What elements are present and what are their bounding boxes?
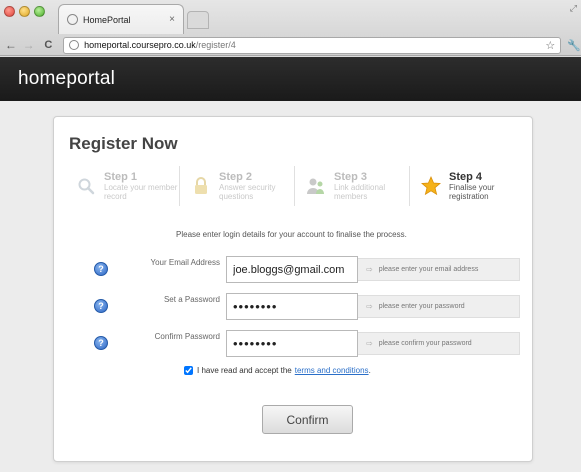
tab-close-icon[interactable]: × <box>169 14 175 25</box>
email-hint-text: please enter your email address <box>378 266 479 273</box>
navigation-bar: ← → C homeportal.coursepro.co.uk /regist… <box>0 34 581 56</box>
window-controls <box>4 6 45 17</box>
step-indicator: Step 1 Locate your member record Step 2 … <box>64 164 524 208</box>
terms-suffix: . <box>368 366 371 375</box>
star-icon <box>421 176 441 196</box>
site-logo[interactable]: homeportal <box>18 68 115 90</box>
step-description: Link additional members <box>334 182 386 201</box>
forward-arrow-icon[interactable]: → <box>22 38 36 52</box>
arrow-right-icon: ⇨ <box>366 265 373 274</box>
site-header: homeportal <box>0 57 581 101</box>
users-icon <box>306 176 326 196</box>
step-3: Step 3 Link additional members <box>294 164 409 208</box>
lock-icon <box>191 176 211 196</box>
step-title: Step 1 <box>104 170 138 183</box>
page-title: Register Now <box>69 134 178 153</box>
url-path: /register/4 <box>195 40 236 50</box>
step-description: Answer security questions <box>219 182 276 201</box>
step-4: Step 4 Finalise your registration <box>409 164 524 208</box>
minimize-window-button[interactable] <box>19 6 30 17</box>
password-hint-text: please enter your password <box>378 303 465 310</box>
step-1: Step 1 Locate your member record <box>64 164 179 208</box>
tab-title: HomePortal <box>83 14 131 25</box>
arrow-right-icon: ⇨ <box>366 302 373 311</box>
confirm-password-row: ? Confirm Password ⇨ please confirm your… <box>94 330 520 357</box>
search-icon <box>76 176 96 196</box>
password-label: Set a Password <box>163 295 220 304</box>
password-field[interactable] <box>226 293 358 320</box>
step-title: Step 4 <box>449 170 483 183</box>
terms-checkbox[interactable] <box>184 366 193 375</box>
browser-tab[interactable]: HomePortal × <box>58 4 184 34</box>
email-label: Your Email Address <box>150 258 220 267</box>
step-title: Step 3 <box>334 170 368 183</box>
step-2: Step 2 Answer security questions <box>179 164 294 208</box>
intro-text: Please enter login details for your acco… <box>176 230 407 239</box>
email-field[interactable] <box>226 256 358 283</box>
confirm-password-hint: ⇨ please confirm your password <box>358 332 520 355</box>
register-card: Register Now Step 1 Locate your member r… <box>53 116 533 462</box>
confirm-password-field[interactable] <box>226 330 358 357</box>
bookmark-star-icon[interactable]: ☆ <box>545 39 555 52</box>
resize-icon: ⤢ <box>569 3 577 13</box>
zoom-window-button[interactable] <box>34 6 45 17</box>
new-tab-button[interactable] <box>187 11 209 29</box>
terms-row: I have read and accept the terms and con… <box>184 366 371 375</box>
arrow-right-icon: ⇨ <box>366 339 373 348</box>
confirm-password-hint-text: please confirm your password <box>378 340 472 347</box>
wrench-icon[interactable]: 🔧 <box>567 39 581 52</box>
help-icon[interactable]: ? <box>94 262 108 276</box>
confirm-password-label: Confirm Password <box>154 332 220 341</box>
address-bar[interactable]: homeportal.coursepro.co.uk /register/4 ☆ <box>63 36 562 54</box>
browser-chrome: HomePortal × ⤢ ← → C homeportal.coursepr… <box>0 0 581 56</box>
step-title: Step 2 <box>219 170 253 183</box>
close-window-button[interactable] <box>4 6 15 17</box>
password-hint: ⇨ please enter your password <box>358 295 520 318</box>
step-description: Finalise your registration <box>449 182 495 201</box>
help-icon[interactable]: ? <box>94 299 108 313</box>
globe-icon <box>69 40 80 50</box>
password-row: ? Set a Password ⇨ please enter your pas… <box>94 293 520 320</box>
email-row: ? Your Email Address ⇨ please enter your… <box>94 256 520 283</box>
terms-text: I have read and accept the <box>197 366 292 375</box>
terms-link[interactable]: terms and conditions <box>295 366 369 375</box>
help-icon[interactable]: ? <box>94 336 108 350</box>
url-host: homeportal.coursepro.co.uk <box>84 40 196 50</box>
back-arrow-icon[interactable]: ← <box>4 38 18 52</box>
favicon-icon <box>67 14 78 25</box>
confirm-button[interactable]: Confirm <box>262 405 353 434</box>
reload-icon[interactable]: C <box>41 39 55 51</box>
email-hint: ⇨ please enter your email address <box>358 258 520 281</box>
step-description: Locate your member record <box>104 182 178 201</box>
